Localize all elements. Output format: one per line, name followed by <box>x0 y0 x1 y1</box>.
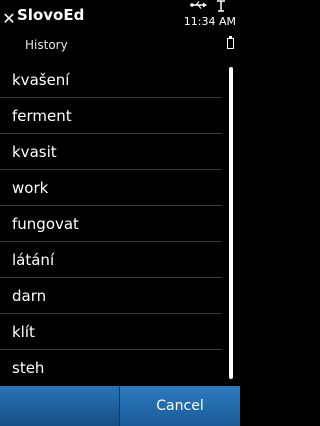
list-item[interactable]: kvasit <box>0 134 222 170</box>
cancel-button-label: Cancel <box>156 398 204 414</box>
list-item[interactable]: kvašení <box>0 62 222 98</box>
list-item-label: klít <box>12 323 35 341</box>
list-item[interactable]: klít <box>0 314 222 350</box>
list-item-label: fungovat <box>12 215 79 233</box>
list-item-label: látání <box>12 251 55 269</box>
list-item-label: steh <box>12 359 45 377</box>
clock: 11:34 AM <box>183 15 236 28</box>
list-item[interactable]: látání <box>0 242 222 278</box>
history-list: kvašení ferment kvasit work fungovat lát… <box>0 62 222 386</box>
list-item-label: darn <box>12 287 47 305</box>
close-icon[interactable]: ✕ <box>2 10 16 28</box>
list-item[interactable]: darn <box>0 278 222 314</box>
list-item[interactable]: steh <box>0 350 222 386</box>
list-item[interactable]: fungovat <box>0 206 222 242</box>
list-item-label: ferment <box>12 107 72 125</box>
left-softkey[interactable] <box>0 386 119 426</box>
list-item[interactable]: ferment <box>0 98 222 134</box>
softkey-bar: Cancel <box>0 386 240 426</box>
cancel-button[interactable]: Cancel <box>120 386 240 426</box>
signal-icon <box>217 0 225 12</box>
list-item-label: work <box>12 179 49 197</box>
scrollbar[interactable] <box>229 67 233 379</box>
battery-icon <box>227 36 234 49</box>
status-bar: ✕ SlovoEd History 11:34 AM <box>0 0 240 66</box>
page-title: History <box>25 38 68 52</box>
status-indicators: 11:34 AM <box>166 0 236 50</box>
list-item-label: kvasit <box>12 143 57 161</box>
list-item[interactable]: work <box>0 170 222 206</box>
usb-icon <box>190 1 207 9</box>
list-item-label: kvašení <box>12 71 70 89</box>
app-title: SlovoEd <box>17 6 85 24</box>
